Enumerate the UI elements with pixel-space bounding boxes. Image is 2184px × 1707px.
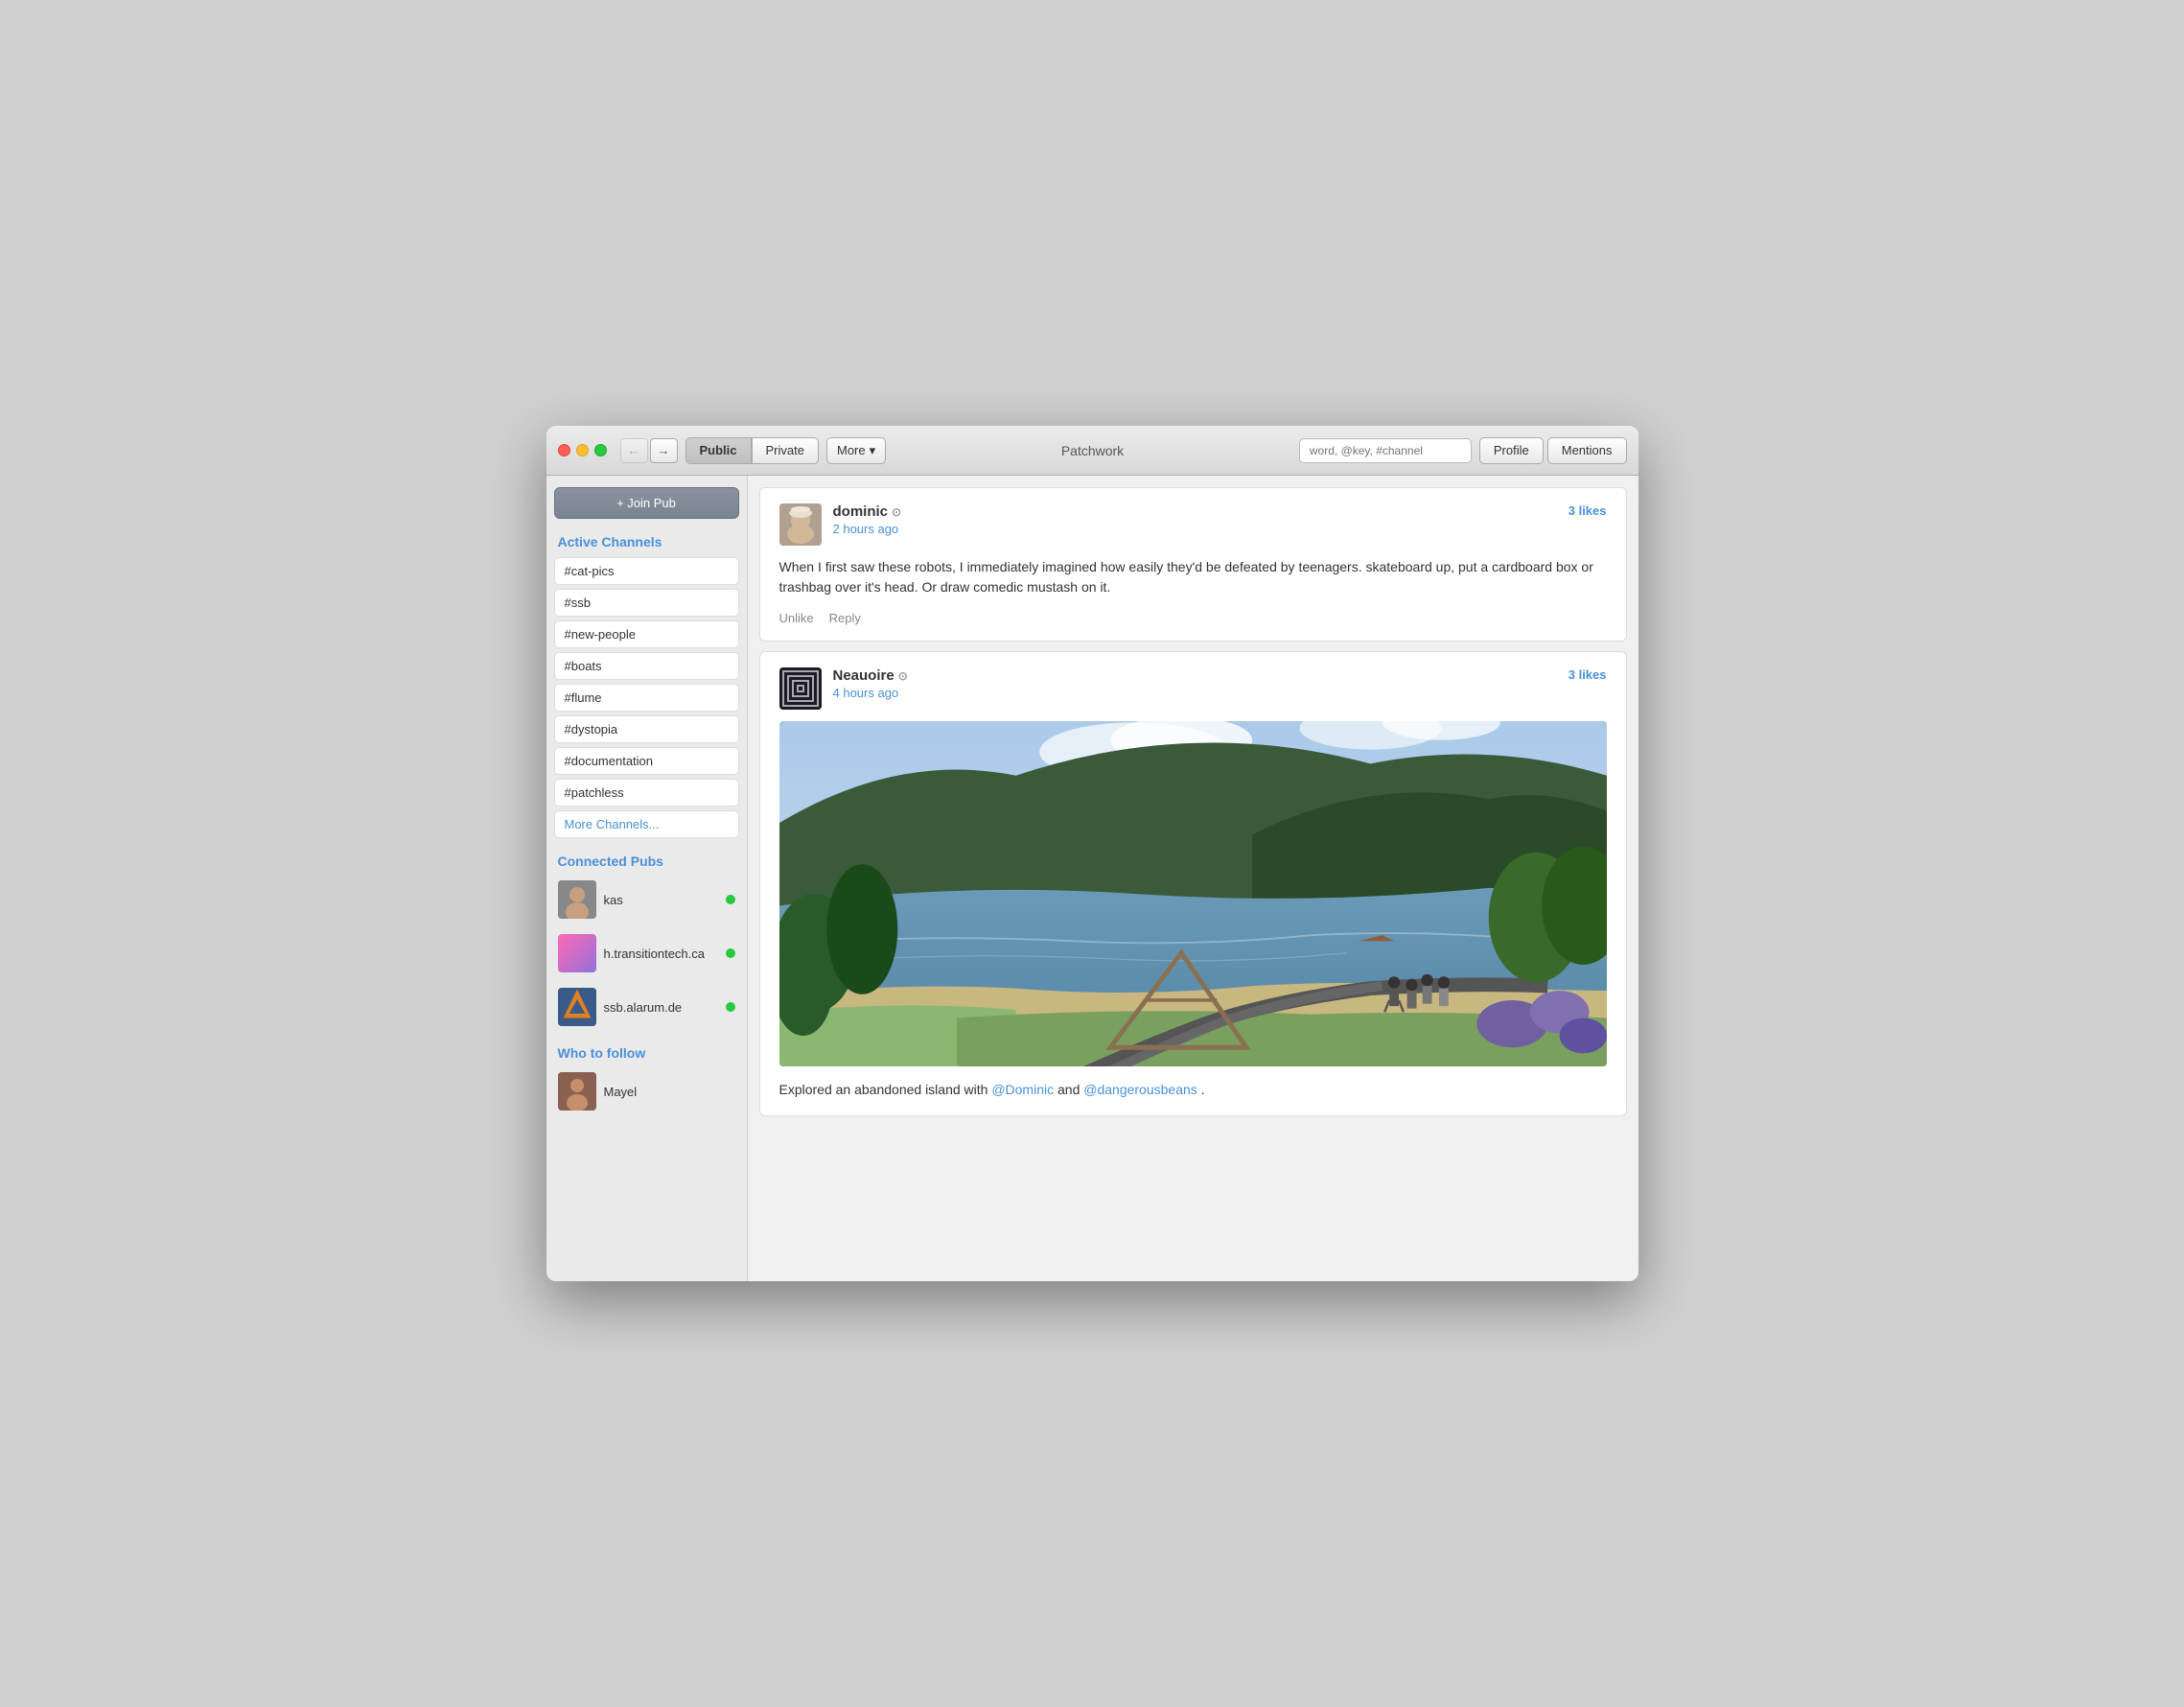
connected-pubs-title: Connected Pubs bbox=[554, 854, 739, 869]
close-button[interactable] bbox=[558, 444, 570, 456]
post-header-1: dominic ⊙ 2 hours ago 3 likes bbox=[779, 503, 1607, 546]
reply-button[interactable]: Reply bbox=[829, 611, 861, 625]
post-dominic: dominic ⊙ 2 hours ago 3 likes When I fir… bbox=[759, 487, 1627, 642]
post-author-info-2: Neauoire ⊙ 4 hours ago bbox=[779, 667, 908, 710]
more-channels-link[interactable]: More Channels... bbox=[554, 810, 739, 838]
verified-icon-2: ⊙ bbox=[898, 669, 908, 683]
post-author-info-1: dominic ⊙ 2 hours ago bbox=[779, 503, 902, 546]
pub-ssb-alarum[interactable]: ssb.alarum.de bbox=[554, 984, 739, 1030]
author-name-2: Neauoire ⊙ bbox=[833, 667, 908, 684]
channel-documentation[interactable]: #documentation bbox=[554, 747, 739, 775]
join-pub-button[interactable]: + Join Pub bbox=[554, 487, 739, 519]
tab-public[interactable]: Public bbox=[685, 437, 752, 464]
traffic-lights bbox=[558, 444, 607, 456]
sidebar: + Join Pub Active Channels #cat-pics #ss… bbox=[546, 476, 748, 1281]
channel-cat-pics[interactable]: #cat-pics bbox=[554, 557, 739, 585]
tab-group: Public Private bbox=[685, 437, 819, 464]
channel-new-people[interactable]: #new-people bbox=[554, 620, 739, 648]
avatar-neauoire[interactable] bbox=[779, 667, 822, 710]
online-indicator-2 bbox=[726, 948, 735, 958]
likes-count-1: 3 likes bbox=[1568, 503, 1607, 518]
verified-icon-1: ⊙ bbox=[892, 505, 901, 519]
channel-boats[interactable]: #boats bbox=[554, 652, 739, 680]
minimize-button[interactable] bbox=[576, 444, 589, 456]
right-buttons: Profile Mentions bbox=[1479, 437, 1627, 464]
forward-button[interactable]: → bbox=[650, 438, 678, 463]
back-button[interactable]: ← bbox=[620, 438, 648, 463]
mentions-button[interactable]: Mentions bbox=[1547, 437, 1627, 464]
mention-dangerousbeans[interactable]: @dangerousbeans bbox=[1083, 1082, 1197, 1097]
post-meta-2: Neauoire ⊙ 4 hours ago bbox=[833, 667, 908, 700]
main-layout: + Join Pub Active Channels #cat-pics #ss… bbox=[546, 476, 1638, 1281]
pub-kas-avatar bbox=[558, 880, 596, 919]
post-caption-2: Explored an abandoned island with @Domin… bbox=[779, 1080, 1607, 1100]
pub-ssb-alarum-avatar bbox=[558, 988, 596, 1026]
post-header-2: Neauoire ⊙ 4 hours ago 3 likes bbox=[779, 667, 1607, 710]
post-actions-1: Unlike Reply bbox=[779, 611, 1607, 625]
channel-ssb[interactable]: #ssb bbox=[554, 589, 739, 617]
online-indicator bbox=[726, 895, 735, 904]
titlebar: ← → Public Private More ▾ Patchwork Prof… bbox=[546, 426, 1638, 476]
profile-button[interactable]: Profile bbox=[1479, 437, 1544, 464]
post-text-1: When I first saw these robots, I immedia… bbox=[779, 557, 1607, 597]
post-neauoire: Neauoire ⊙ 4 hours ago 3 likes bbox=[759, 651, 1627, 1116]
pub-transitiontech-avatar bbox=[558, 934, 596, 972]
more-button[interactable]: More ▾ bbox=[826, 437, 886, 464]
who-to-follow-section: Who to follow Mayel bbox=[554, 1045, 739, 1114]
likes-count-2: 3 likes bbox=[1568, 667, 1607, 682]
channel-dystopia[interactable]: #dystopia bbox=[554, 715, 739, 743]
post-image-neauoire bbox=[779, 721, 1607, 1066]
pub-kas[interactable]: kas bbox=[554, 877, 739, 923]
post-meta-1: dominic ⊙ 2 hours ago bbox=[833, 503, 902, 536]
active-channels-title: Active Channels bbox=[554, 534, 739, 550]
post-time-1: 2 hours ago bbox=[833, 522, 902, 536]
channel-patchless[interactable]: #patchless bbox=[554, 779, 739, 807]
who-to-follow-title: Who to follow bbox=[554, 1045, 739, 1061]
content-area: dominic ⊙ 2 hours ago 3 likes When I fir… bbox=[748, 476, 1638, 1281]
tab-private[interactable]: Private bbox=[752, 437, 819, 464]
nav-arrows: ← → bbox=[620, 438, 678, 463]
online-indicator-3 bbox=[726, 1002, 735, 1012]
post-time-2: 4 hours ago bbox=[833, 686, 908, 700]
channel-flume[interactable]: #flume bbox=[554, 684, 739, 712]
mention-dominic[interactable]: @Dominic bbox=[991, 1082, 1054, 1097]
app-title: Patchwork bbox=[894, 443, 1291, 458]
maximize-button[interactable] bbox=[594, 444, 607, 456]
avatar-dominic[interactable] bbox=[779, 503, 822, 546]
unlike-button[interactable]: Unlike bbox=[779, 611, 814, 625]
chevron-down-icon: ▾ bbox=[870, 443, 876, 458]
pub-transitiontech[interactable]: h.transitiontech.ca bbox=[554, 930, 739, 976]
author-name-1: dominic ⊙ bbox=[833, 503, 902, 520]
app-window: ← → Public Private More ▾ Patchwork Prof… bbox=[546, 426, 1638, 1281]
connected-pubs-section: Connected Pubs kas h.transitiontech.ca bbox=[554, 854, 739, 1030]
follow-mayel-avatar bbox=[558, 1072, 596, 1111]
follow-mayel[interactable]: Mayel bbox=[554, 1068, 739, 1114]
search-input[interactable] bbox=[1299, 438, 1472, 463]
